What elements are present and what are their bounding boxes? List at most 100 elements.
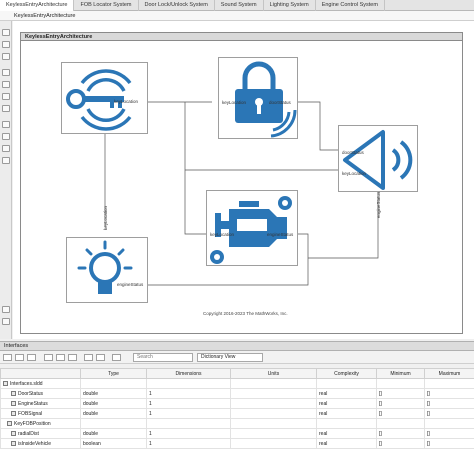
interface-complexity-cell[interactable]: real bbox=[316, 428, 377, 439]
interface-name-cell[interactable]: isInsideVehicle bbox=[0, 438, 81, 449]
import-icon[interactable] bbox=[44, 354, 53, 361]
interface-max-cell[interactable]: [] bbox=[424, 408, 474, 419]
light-port-keylocation-in[interactable]: keyLocation bbox=[103, 206, 108, 230]
link-icon[interactable] bbox=[84, 354, 93, 361]
interface-max-cell[interactable]: [] bbox=[424, 398, 474, 409]
tab-fob-locator-system[interactable]: FOB Locator System bbox=[74, 0, 139, 11]
interface-min-cell[interactable] bbox=[376, 378, 425, 389]
sound-port-doorstatus-in[interactable]: doorStatus bbox=[342, 150, 364, 155]
interface-max-cell[interactable] bbox=[424, 378, 474, 389]
interface-max-cell[interactable]: [] bbox=[424, 438, 474, 449]
interface-name-cell[interactable]: FOBSignal bbox=[0, 408, 81, 419]
interface-complexity-cell[interactable]: real bbox=[316, 408, 377, 419]
door-port-keylocation-in[interactable]: keyLocation bbox=[222, 100, 246, 105]
interface-type-cell[interactable]: double bbox=[80, 408, 147, 419]
interface-name-cell[interactable]: Interfaces.sldd bbox=[0, 378, 81, 389]
interface-name-cell[interactable]: DoorStatus bbox=[0, 388, 81, 399]
interface-name-cell[interactable]: radialDist bbox=[0, 428, 81, 439]
tab-door-lock-unlock-system[interactable]: Door Lock/Unlock System bbox=[139, 0, 215, 11]
image-icon[interactable] bbox=[2, 157, 10, 164]
interface-dims-cell[interactable]: 1 bbox=[146, 388, 231, 399]
interface-dims-cell[interactable]: 1 bbox=[146, 408, 231, 419]
area-icon[interactable] bbox=[2, 133, 10, 140]
interface-type-cell[interactable]: double bbox=[80, 388, 147, 399]
table-row[interactable]: KeyFOBPosition bbox=[0, 418, 474, 429]
save-icon[interactable] bbox=[68, 354, 77, 361]
add-interface-icon[interactable] bbox=[3, 354, 12, 361]
tab-engine-control-system[interactable]: Engine Control System bbox=[316, 0, 385, 11]
interface-complexity-cell[interactable]: real bbox=[316, 388, 377, 399]
table-row[interactable]: radialDist double 1 real [] [] bbox=[0, 428, 474, 439]
interface-name-cell[interactable]: EngineStatus bbox=[0, 398, 81, 409]
interface-units-cell[interactable] bbox=[230, 388, 317, 399]
engine-port-keylocation-in[interactable]: keyLocation bbox=[210, 232, 234, 237]
camera-icon[interactable] bbox=[2, 306, 10, 313]
interface-max-cell[interactable]: [] bbox=[424, 388, 474, 399]
interface-complexity-cell[interactable]: real bbox=[316, 398, 377, 409]
fob-locator-component[interactable]: keyLocation bbox=[61, 62, 148, 134]
component-icon[interactable] bbox=[2, 69, 10, 76]
breadcrumb-item[interactable]: KeylessEntryArchitecture bbox=[14, 13, 75, 19]
interface-dims-cell[interactable]: 1 bbox=[146, 398, 231, 409]
fob-port-keylocation-out[interactable]: keyLocation bbox=[114, 99, 138, 104]
interface-complexity-cell[interactable] bbox=[316, 418, 377, 429]
hide-icon[interactable] bbox=[2, 318, 10, 325]
table-row[interactable]: Interfaces.sldd bbox=[0, 378, 474, 389]
interface-type-cell[interactable]: double bbox=[80, 428, 147, 439]
interface-min-cell[interactable] bbox=[376, 418, 425, 429]
table-row[interactable]: FOBSignal double 1 real [] [] bbox=[0, 408, 474, 419]
delete-icon[interactable] bbox=[27, 354, 36, 361]
zoom-in-icon[interactable] bbox=[2, 29, 10, 36]
interface-complexity-cell[interactable] bbox=[316, 378, 377, 389]
export-icon[interactable] bbox=[56, 354, 65, 361]
tab-keyless-entry-architecture[interactable]: KeylessEntryArchitecture bbox=[0, 0, 75, 11]
interface-max-cell[interactable] bbox=[424, 418, 474, 429]
table-row[interactable]: EngineStatus double 1 real [] [] bbox=[0, 398, 474, 409]
search-input[interactable]: Search bbox=[133, 353, 193, 362]
lighting-component[interactable]: keyLocation engineStatus bbox=[66, 206, 148, 303]
door-port-doorstatus-out[interactable]: doorStatus bbox=[269, 100, 291, 105]
filter-icon[interactable] bbox=[112, 354, 121, 361]
engine-control-component[interactable]: keyLocation engineStatus bbox=[206, 190, 298, 266]
interface-dims-cell[interactable]: 1 bbox=[146, 438, 231, 449]
interface-units-cell[interactable] bbox=[230, 438, 317, 449]
engine-port-enginestatus-out[interactable]: engineStatus bbox=[267, 232, 293, 237]
unlink-icon[interactable] bbox=[96, 354, 105, 361]
interface-units-cell[interactable] bbox=[230, 408, 317, 419]
interface-min-cell[interactable]: [] bbox=[376, 428, 425, 439]
sound-port-enginestatus-in[interactable]: engineStatus bbox=[376, 192, 381, 218]
interface-type-cell[interactable] bbox=[80, 378, 147, 389]
interface-min-cell[interactable]: [] bbox=[376, 438, 425, 449]
interface-name-cell[interactable]: KeyFOBPosition bbox=[0, 418, 81, 429]
interface-units-cell[interactable] bbox=[230, 418, 317, 429]
table-row[interactable]: DoorStatus double 1 real [] [] bbox=[0, 388, 474, 399]
interface-complexity-cell[interactable]: real bbox=[316, 438, 377, 449]
interface-min-cell[interactable]: [] bbox=[376, 388, 425, 399]
tab-lighting-system[interactable]: Lighting System bbox=[264, 0, 316, 11]
view-select[interactable]: Dictionary View bbox=[197, 353, 263, 362]
interface-type-cell[interactable] bbox=[80, 418, 147, 429]
variant-icon[interactable] bbox=[2, 93, 10, 100]
door-lock-component[interactable]: keyLocation doorStatus bbox=[218, 57, 298, 139]
interface-max-cell[interactable]: [] bbox=[424, 428, 474, 439]
interface-units-cell[interactable] bbox=[230, 428, 317, 439]
sound-port-keylocation-in[interactable]: keyLocation bbox=[342, 171, 366, 176]
port-icon[interactable] bbox=[2, 121, 10, 128]
interface-min-cell[interactable]: [] bbox=[376, 408, 425, 419]
table-row[interactable]: isInsideVehicle boolean 1 real [] [] bbox=[0, 438, 474, 449]
adapter-icon[interactable] bbox=[2, 105, 10, 112]
interface-type-cell[interactable]: double bbox=[80, 398, 147, 409]
interface-units-cell[interactable] bbox=[230, 398, 317, 409]
fit-view-icon[interactable] bbox=[2, 41, 10, 48]
interface-min-cell[interactable]: [] bbox=[376, 398, 425, 409]
arrow-icon[interactable] bbox=[2, 53, 10, 60]
interface-type-cell[interactable]: boolean bbox=[80, 438, 147, 449]
sound-component[interactable]: doorStatus keyLocation engineStatus bbox=[338, 125, 418, 218]
add-element-icon[interactable] bbox=[15, 354, 24, 361]
light-port-enginestatus-in[interactable]: engineStatus bbox=[117, 282, 143, 287]
reference-icon[interactable] bbox=[2, 81, 10, 88]
interface-dims-cell[interactable] bbox=[146, 418, 231, 429]
interface-dims-cell[interactable] bbox=[146, 378, 231, 389]
interface-units-cell[interactable] bbox=[230, 378, 317, 389]
tab-sound-system[interactable]: Sound System bbox=[215, 0, 264, 11]
